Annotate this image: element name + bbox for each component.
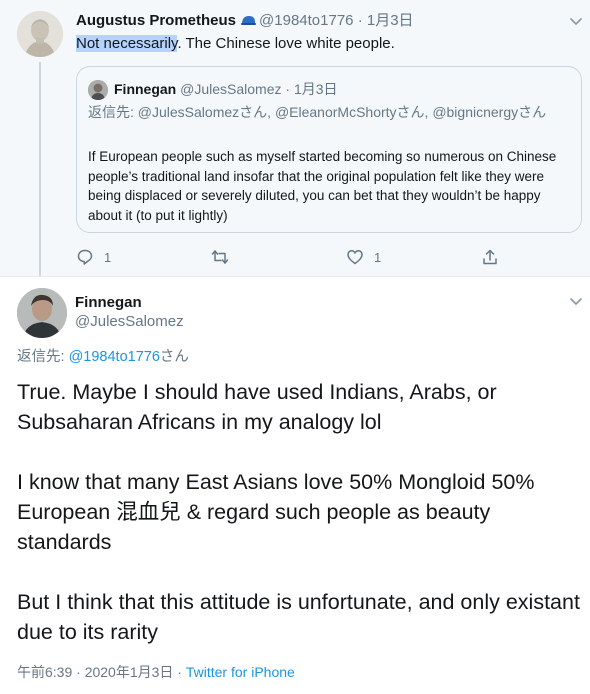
divider <box>0 276 590 277</box>
reply-tweet[interactable]: Augustus Prometheus @1984to1776 · 1月3日 No… <box>0 0 590 276</box>
chevron-down-icon[interactable] <box>569 296 583 306</box>
tweet-text: Not necessarily. The Chinese love white … <box>76 34 395 54</box>
author-handle[interactable]: @JulesSalomez <box>75 312 184 332</box>
retweet-button[interactable] <box>211 246 239 268</box>
mention: @JulesSalomez <box>137 104 240 120</box>
author-name[interactable]: Augustus Prometheus <box>76 12 236 29</box>
like-button[interactable]: 1 <box>346 246 381 268</box>
meta-separator: · <box>285 81 291 97</box>
author-name[interactable]: Finnegan <box>75 293 142 313</box>
reply-prefix: 返信先: <box>88 104 138 120</box>
mention-link[interactable]: @1984to1776 <box>69 349 160 365</box>
tweet-paragraph: True. Maybe I should have used Indians, … <box>17 380 497 434</box>
quoted-author-name: Finnegan <box>114 81 177 97</box>
reply-prefix: 返信先: <box>17 349 69 365</box>
chevron-down-icon[interactable] <box>569 16 583 26</box>
avatar[interactable] <box>17 11 63 57</box>
like-count: 1 <box>374 249 382 265</box>
mention: @EleanorMcShorty <box>274 104 397 120</box>
selected-text: Not necessarily <box>76 35 178 52</box>
tweet-timestamp: 午前6:39 · 2020年1月3日 · Twitter for iPhone <box>17 662 295 682</box>
quoted-tweet-text: If European people such as myself starte… <box>88 149 557 223</box>
source-link[interactable]: Twitter for iPhone <box>186 664 295 680</box>
reply-context: 返信先: @1984to1776さん <box>17 347 189 367</box>
tweet-text: True. Maybe I should have used Indians, … <box>17 377 583 647</box>
tweet-paragraph: I know that many East Asians love 50% Mo… <box>17 470 535 554</box>
tweet-paragraph: But I think that this attitude is unfort… <box>17 590 580 644</box>
blue-helmet-icon <box>241 16 257 25</box>
mention-suffix: さん, <box>239 104 275 120</box>
meta-separator: · <box>357 12 363 29</box>
heart-icon <box>347 250 363 265</box>
bust-portrait-icon <box>17 11 63 57</box>
tweet-text-rest: . The Chinese love white people. <box>177 35 395 52</box>
reply-button[interactable]: 1 <box>76 246 111 268</box>
reply-tweet-header: Augustus Prometheus @1984to1776 · 1月3日 <box>76 11 414 31</box>
quoted-tweet-header: Finnegan @JulesSalomez · 1月3日 <box>114 79 338 99</box>
person-portrait-icon <box>17 288 67 338</box>
avatar[interactable] <box>17 288 67 338</box>
thread-connector-line <box>39 62 41 276</box>
person-portrait-icon <box>88 80 108 100</box>
quoted-tweet-card[interactable]: Finnegan @JulesSalomez · 1月3日 返信先: @Jule… <box>76 66 582 233</box>
mention-suffix: さん <box>159 349 189 365</box>
author-handle[interactable]: @1984to1776 <box>259 12 353 29</box>
quoted-author-handle: @JulesSalomez <box>180 81 282 97</box>
share-upload-icon <box>483 249 497 265</box>
reply-count: 1 <box>104 249 112 265</box>
share-button[interactable] <box>481 246 499 268</box>
mention-suffix: さん <box>518 104 547 120</box>
mention: @bignicnergy <box>432 104 519 120</box>
speech-bubble-icon <box>77 249 93 265</box>
timestamp-text[interactable]: 午前6:39 · 2020年1月3日 · <box>17 664 186 680</box>
retweet-icon <box>211 250 229 264</box>
tweet-actions: 1 1 <box>76 246 576 268</box>
quoted-tweet-date: 1月3日 <box>293 81 338 97</box>
mention-suffix: さん, <box>396 104 433 120</box>
tweet-date[interactable]: 1月3日 <box>367 12 414 29</box>
quoted-reply-context: 返信先: @JulesSalomezさん, @EleanorMcShortyさん… <box>88 103 574 122</box>
quoted-avatar <box>88 80 108 100</box>
